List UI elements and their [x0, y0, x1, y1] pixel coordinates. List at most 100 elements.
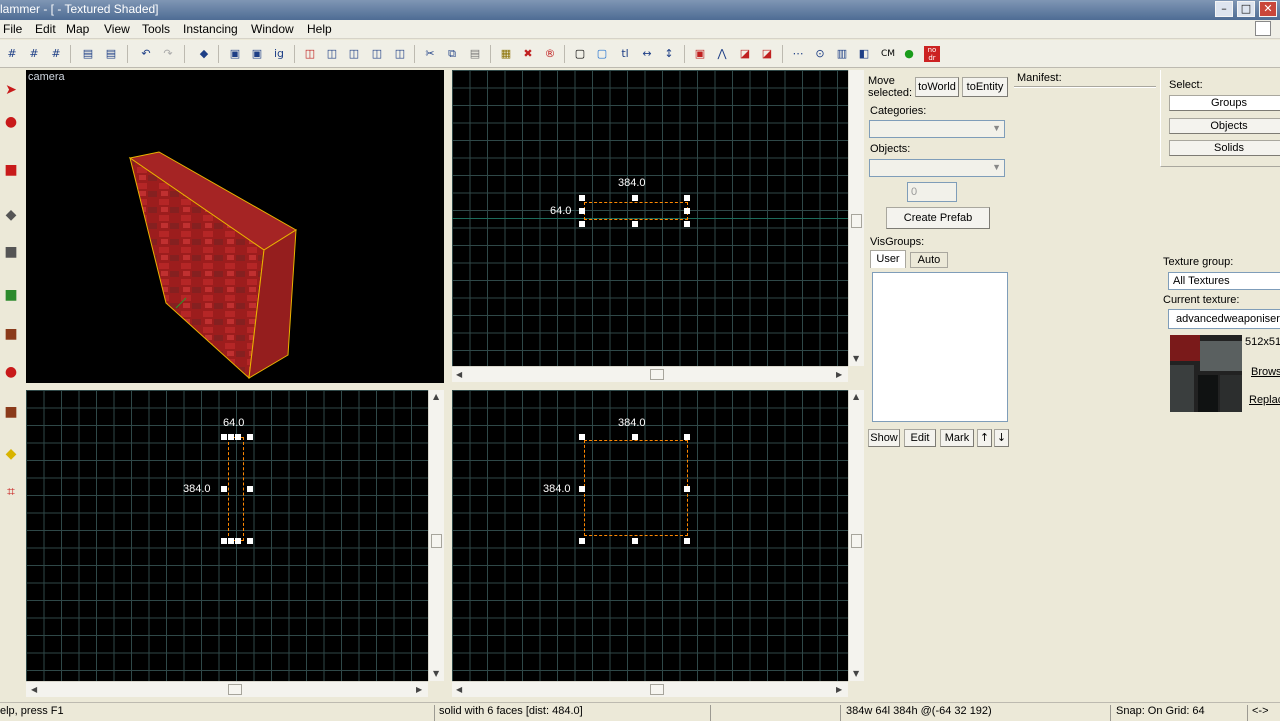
resize-handle[interactable]: [632, 221, 638, 227]
resize-handle[interactable]: [684, 486, 690, 492]
vertex-icon[interactable]: ⋯: [790, 46, 806, 62]
clip-tool-icon[interactable]: ◆: [1, 442, 21, 466]
resize-handle[interactable]: [247, 434, 253, 440]
tab-user[interactable]: User: [870, 250, 906, 268]
side-viewport-vscroll[interactable]: ▲ ▼: [428, 390, 444, 681]
undo-icon[interactable]: ↶: [138, 46, 154, 62]
texture-lock-icon[interactable]: ▣: [227, 46, 243, 62]
toggle-helpers-icon[interactable]: ◪: [737, 46, 753, 62]
grid-icon[interactable]: #: [4, 46, 20, 62]
replace-button[interactable]: Replac: [1249, 394, 1280, 406]
scroll-left-icon[interactable]: ◀: [31, 685, 37, 694]
nodraw-icon[interactable]: no dr: [924, 46, 940, 62]
texture-tool-icon[interactable]: ■: [1, 283, 21, 307]
paste-icon[interactable]: ▤: [467, 46, 483, 62]
front-viewport-vscroll[interactable]: ▲ ▼: [848, 390, 864, 681]
carve-icon[interactable]: ▦: [498, 46, 514, 62]
top-viewport[interactable]: 384.0 64.0: [452, 70, 848, 366]
move-up-button[interactable]: ↑: [977, 429, 992, 447]
resize-handle[interactable]: [228, 434, 234, 440]
selection-box[interactable]: [584, 440, 688, 536]
edit-button[interactable]: Edit: [904, 429, 936, 447]
move-down-button[interactable]: ↓: [994, 429, 1009, 447]
front-viewport[interactable]: 384.0 384.0: [452, 390, 848, 681]
resize-handle[interactable]: [579, 486, 585, 492]
side-viewport[interactable]: 64.0 384.0: [26, 390, 428, 681]
selection-box[interactable]: [228, 437, 244, 541]
menu-view[interactable]: View: [104, 22, 130, 36]
cm-icon[interactable]: CM: [878, 46, 898, 62]
current-texture-dropdown[interactable]: advancedweaponiser/: [1168, 309, 1280, 329]
flip-vertical-icon[interactable]: ↕: [661, 46, 677, 62]
create-prefab-button[interactable]: Create Prefab: [886, 207, 990, 229]
radius-icon[interactable]: ⊙: [812, 46, 828, 62]
save-window-state-icon[interactable]: ▤: [103, 46, 119, 62]
tab-auto[interactable]: Auto: [910, 252, 948, 268]
resize-handle[interactable]: [632, 538, 638, 544]
menu-instancing[interactable]: Instancing: [183, 22, 238, 36]
apply-texture-icon[interactable]: ■: [1, 322, 21, 346]
menu-help[interactable]: Help: [307, 22, 332, 36]
top-viewport-vscroll[interactable]: ▼: [848, 70, 864, 366]
texture-scale-lock-icon[interactable]: ▣: [249, 46, 265, 62]
vertex-tool-icon[interactable]: ⌗: [1, 480, 21, 504]
block-tool-icon[interactable]: ■: [1, 240, 21, 264]
categories-dropdown[interactable]: ▼: [869, 120, 1005, 138]
scroll-right-icon[interactable]: ▶: [836, 685, 842, 694]
show-button[interactable]: Show: [868, 429, 900, 447]
resize-handle[interactable]: [579, 538, 585, 544]
flip-horizontal-icon[interactable]: ↔: [639, 46, 655, 62]
toggle-decals-icon[interactable]: ◪: [759, 46, 775, 62]
visgroups-list[interactable]: [872, 272, 1008, 422]
overlay-tool-icon[interactable]: ■: [1, 400, 21, 424]
redo-icon[interactable]: ↷: [160, 46, 176, 62]
resize-handle[interactable]: [235, 538, 241, 544]
scroll-down-icon[interactable]: ▼: [853, 669, 859, 678]
select-icon[interactable]: ▢: [572, 46, 588, 62]
scroll-left-icon[interactable]: ◀: [456, 685, 462, 694]
resize-handle[interactable]: [579, 208, 585, 214]
scroll-thumb[interactable]: [851, 534, 862, 548]
load-window-state-icon[interactable]: ▤: [80, 46, 96, 62]
close-button[interactable]: ✕: [1259, 1, 1277, 17]
resize-handle[interactable]: [228, 538, 234, 544]
resize-handle[interactable]: [632, 195, 638, 201]
toggle-texture-icon[interactable]: ▣: [692, 46, 708, 62]
cordon-icon[interactable]: ◫: [302, 46, 318, 62]
side-viewport-hscroll[interactable]: ◀ ▶: [26, 681, 428, 697]
scroll-thumb[interactable]: [650, 369, 664, 380]
scroll-down-icon[interactable]: ▼: [853, 354, 859, 363]
copy-icon[interactable]: ⧉: [444, 46, 460, 62]
scroll-up-icon[interactable]: ▲: [433, 392, 439, 401]
resize-handle[interactable]: [579, 221, 585, 227]
select-objects-button[interactable]: Objects: [1169, 118, 1280, 134]
scroll-thumb[interactable]: [431, 534, 442, 548]
resize-handle[interactable]: [579, 434, 585, 440]
resize-handle[interactable]: [684, 434, 690, 440]
camera-tool-icon[interactable]: ■: [1, 158, 21, 182]
front-viewport-hscroll[interactable]: ◀ ▶: [452, 681, 848, 697]
select-groups-button[interactable]: Groups: [1169, 95, 1280, 111]
selection-tool-icon[interactable]: ▢: [594, 46, 610, 62]
texture-preview[interactable]: [1170, 335, 1242, 412]
grid-smaller-icon[interactable]: #: [26, 46, 42, 62]
scroll-thumb[interactable]: [228, 684, 242, 695]
resize-handle[interactable]: [221, 538, 227, 544]
resize-handle[interactable]: [632, 434, 638, 440]
select-solids-button[interactable]: Solids: [1169, 140, 1280, 156]
camera-viewport[interactable]: camera: [26, 70, 444, 383]
decal-tool-icon[interactable]: ●: [1, 360, 21, 384]
resize-handle[interactable]: [684, 221, 690, 227]
show-items-icon[interactable]: ◫: [346, 46, 362, 62]
resize-handle[interactable]: [235, 434, 241, 440]
menu-edit[interactable]: Edit: [35, 22, 56, 36]
ignore-groups-icon[interactable]: ig: [271, 46, 287, 62]
rotate-icon[interactable]: ®: [542, 46, 558, 62]
to-world-button[interactable]: toWorld: [915, 77, 959, 97]
scroll-right-icon[interactable]: ▶: [836, 370, 842, 379]
hollow-icon[interactable]: ✖: [520, 46, 536, 62]
menu-map[interactable]: Map: [66, 22, 89, 36]
browse-button[interactable]: Brows: [1251, 366, 1280, 378]
menu-file[interactable]: File: [3, 22, 22, 36]
grid-larger-icon[interactable]: #: [48, 46, 64, 62]
